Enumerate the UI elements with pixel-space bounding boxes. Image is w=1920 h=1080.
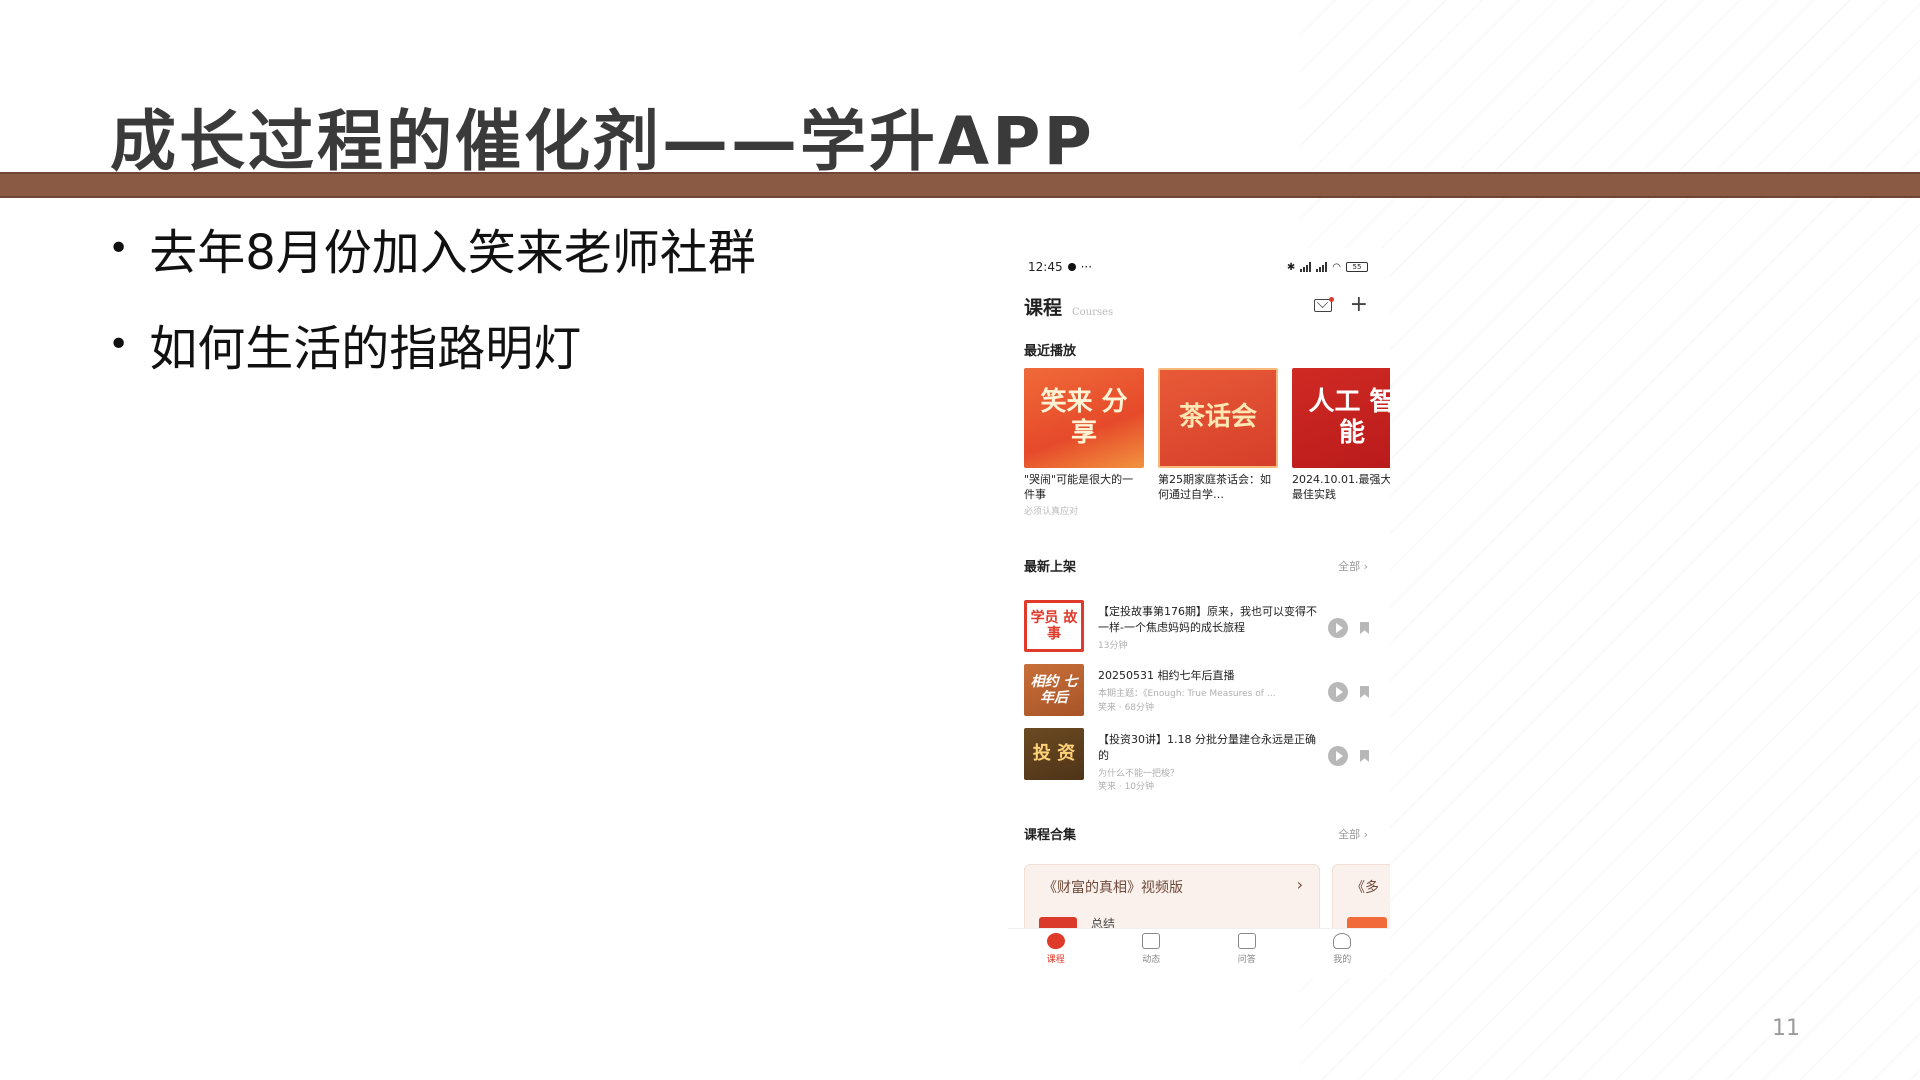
item-meta: 本期主题：《Enough: True Measures of … [1098, 689, 1276, 699]
slide-title: 成长过程的催化剂——学升APP [110, 103, 1095, 180]
card-thumbnail: 人工 智能 [1292, 368, 1390, 468]
item-meta: 为什么不能一把梭？ [1098, 769, 1180, 779]
card-subtitle: 必须认真应对 [1024, 507, 1079, 517]
card-title: 2024.10.01.最强大脑最佳实践 [1292, 473, 1390, 501]
bullet-dot-icon: • [108, 323, 130, 365]
notification-dot-icon [1067, 263, 1076, 271]
collection-title: 《多 [1351, 880, 1379, 896]
bullet-text: 去年8月份加入笑来老师社群 [149, 225, 756, 281]
bookmark-icon[interactable] [1360, 622, 1369, 634]
app-subtitle: Courses [1072, 307, 1114, 318]
play-icon[interactable] [1328, 618, 1348, 638]
recent-list: 笑来 分享 "哭闹"可能是很大的一件事 必须认真应对 茶话会 第25期家庭茶话会… [1024, 368, 1390, 518]
tab-feed[interactable]: 动态 [1121, 933, 1181, 978]
collections-section-title: 课程合集 [1024, 828, 1077, 843]
item-meta: 笑来 · 68分钟 [1098, 703, 1155, 713]
newest-all-link[interactable]: 全部 › [1338, 558, 1368, 574]
tab-qa[interactable]: 问答 [1217, 933, 1277, 978]
chevron-right-icon: › [1296, 875, 1303, 894]
unread-dot-icon [1328, 296, 1334, 302]
status-bar: 12:45 ··· ✱ ◠ 55 [1028, 258, 1368, 276]
list-item[interactable]: 投 资 【投资30讲】1.18 分批分量建仓永远是正确的 为什么不能一把梭？ 笑… [1024, 728, 1374, 792]
phone-screenshot: 12:45 ··· ✱ ◠ 55 课程 Courses + 最近播放 笑来 分享… [1008, 248, 1390, 978]
bullet-item: • 去年8月份加入笑来老师社群 [108, 218, 756, 281]
tab-label: 我的 [1333, 955, 1352, 965]
background-pattern [1300, 0, 1920, 1080]
card-title: 第25期家庭茶话会：如何通过自学… [1158, 473, 1271, 501]
tab-courses[interactable]: 课程 [1026, 933, 1086, 978]
newest-section-title: 最新上架 [1024, 560, 1077, 575]
card-title: "哭闹"可能是很大的一件事 [1024, 473, 1134, 501]
bullet-dot-icon: • [108, 227, 130, 269]
mail-icon[interactable] [1313, 296, 1334, 312]
bookmark-icon[interactable] [1360, 686, 1369, 698]
bluetooth-icon: ✱ [1286, 261, 1296, 273]
item-thumbnail: 学员 故事 [1024, 600, 1084, 652]
list-item[interactable]: 相约 七年后 20250531 相约七年后直播 本期主题：《Enough: Tr… [1024, 664, 1374, 720]
recent-section-title: 最近播放 [1024, 344, 1077, 359]
tab-profile[interactable]: 我的 [1312, 933, 1372, 978]
bullet-item: • 如何生活的指路明灯 [108, 314, 756, 377]
home-icon [1142, 933, 1161, 949]
item-meta: 13分钟 [1098, 641, 1128, 651]
bottom-tab-bar: 课程 动态 问答 我的 [1008, 928, 1390, 978]
tab-label: 问答 [1237, 955, 1256, 965]
item-thumbnail: 投 资 [1024, 728, 1084, 780]
bookmark-icon[interactable] [1360, 750, 1369, 762]
recent-card[interactable]: 人工 智能 2024.10.01.最强大脑最佳实践 [1292, 368, 1390, 518]
list-item[interactable]: 学员 故事 【定投故事第176期】原来，我也可以变得不一样-一个焦虑妈妈的成长旅… [1024, 600, 1374, 656]
status-extra: ··· [1080, 260, 1093, 274]
recent-card[interactable]: 笑来 分享 "哭闹"可能是很大的一件事 必须认真应对 [1024, 368, 1144, 518]
battery-icon: 55 [1346, 262, 1368, 272]
tab-label: 动态 [1142, 955, 1161, 965]
collection-title: 《财富的真相》视频版 [1043, 880, 1183, 896]
recent-card[interactable]: 茶话会 第25期家庭茶话会：如何通过自学… [1158, 368, 1278, 518]
page-number: 11 [1772, 1016, 1800, 1041]
app-title: 课程 [1024, 297, 1063, 319]
title-divider-bar [0, 172, 1920, 198]
status-time: 12:45 [1028, 260, 1063, 274]
plus-icon[interactable]: + [1350, 294, 1368, 316]
card-thumbnail: 笑来 分享 [1024, 368, 1144, 468]
wifi-icon: ◠ [1332, 261, 1341, 273]
item-thumbnail: 相约 七年后 [1024, 664, 1084, 716]
signal-icon [1300, 262, 1312, 272]
item-title: 【投资30讲】1.18 分批分量建仓永远是正确的 [1098, 733, 1316, 762]
tab-label: 课程 [1046, 955, 1065, 965]
bullet-text: 如何生活的指路明灯 [149, 321, 582, 377]
item-meta: 笑来 · 10分钟 [1098, 782, 1155, 792]
signal-icon [1316, 262, 1328, 272]
app-header: 课程 Courses + [1024, 294, 1374, 320]
user-icon [1333, 933, 1352, 949]
item-title: 【定投故事第176期】原来，我也可以变得不一样-一个焦虑妈妈的成长旅程 [1098, 605, 1317, 634]
card-thumbnail: 茶话会 [1158, 368, 1278, 468]
collections-all-link[interactable]: 全部 › [1338, 826, 1368, 842]
bullet-list: • 去年8月份加入笑来老师社群 • 如何生活的指路明灯 [108, 218, 756, 410]
qa-icon [1237, 933, 1256, 949]
courses-icon [1046, 933, 1065, 949]
item-title: 20250531 相约七年后直播 [1098, 669, 1235, 682]
play-icon[interactable] [1328, 682, 1348, 702]
play-icon[interactable] [1328, 746, 1348, 766]
